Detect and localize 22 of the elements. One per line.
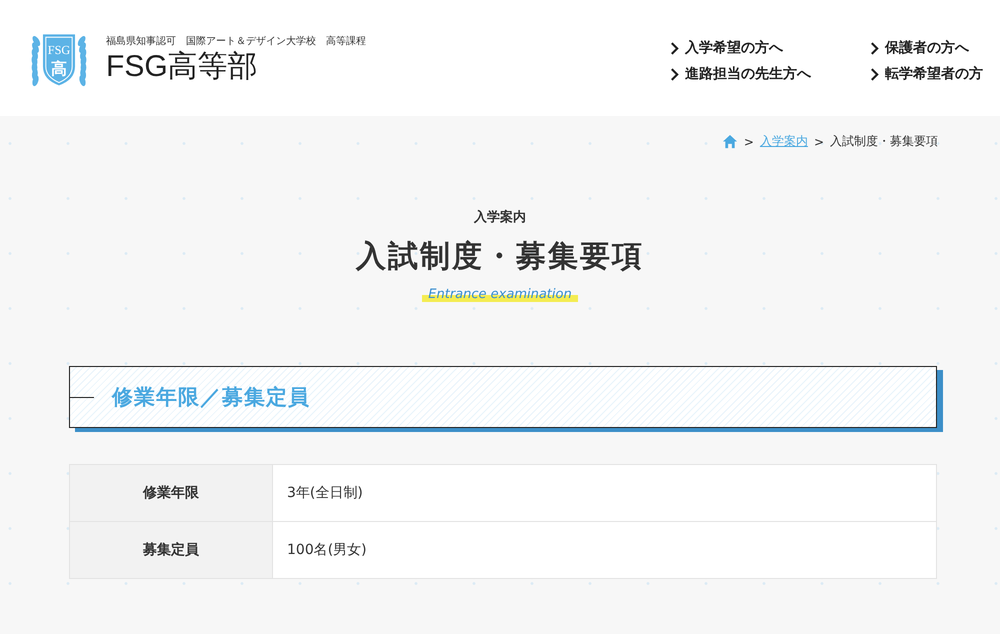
table-cell: 3年(全日制)	[272, 464, 936, 522]
breadcrumb-current: 入試制度・募集要項	[830, 133, 938, 150]
home-icon[interactable]	[722, 134, 738, 149]
nav-link[interactable]: 進路担当の先生方へ	[670, 65, 870, 83]
site-name-link[interactable]: FSG高等部	[106, 50, 366, 82]
page-title: 入試制度・募集要項	[356, 238, 644, 276]
english-subtitle: Entrance examination	[422, 287, 578, 302]
breadcrumb-separator: >	[744, 134, 754, 148]
chevron-right-icon	[670, 68, 679, 80]
section-title: 修業年限／募集定員	[112, 384, 310, 411]
chevron-right-icon	[670, 42, 679, 54]
table-header-cell: 修業年限	[70, 464, 272, 522]
nav-link[interactable]: 保護者の方へ	[870, 39, 1000, 57]
table-header-cell: 募集定員	[70, 522, 272, 578]
chevron-right-icon	[870, 42, 879, 54]
nav-link[interactable]: 転学希望者の方	[870, 65, 1000, 83]
breadcrumb-separator: >	[814, 134, 824, 148]
nav-link[interactable]: 入学希望の方へ	[670, 39, 870, 57]
chevron-right-icon	[870, 68, 879, 80]
table-cell: 100名(男女)	[272, 522, 936, 578]
school-tagline: 福島県知事認可 国際アート＆デザイン大学校 高等課程	[106, 34, 366, 48]
page-category: 入学案内	[474, 208, 526, 226]
